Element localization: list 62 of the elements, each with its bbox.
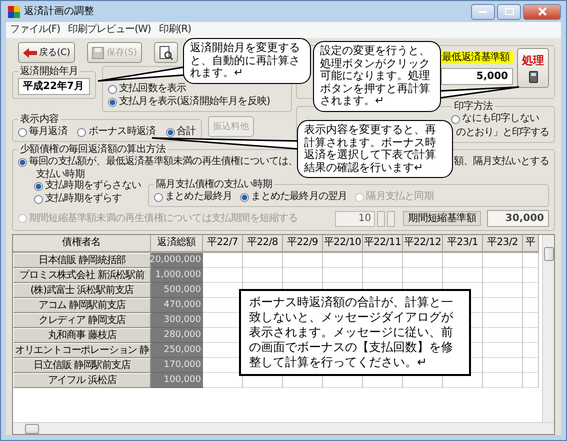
radio-option[interactable]: まとめた最終月 [154, 191, 232, 203]
radio-option[interactable]: 毎月返済 [18, 126, 68, 138]
radio-option[interactable]: まとめた最終月の翌月 [240, 191, 348, 203]
group-label: 隔月支払債権の支払い時期 [155, 179, 274, 190]
note-tooltip: ボーナス時返済額の合計が、計算と一致しないと、メッセージダイアログが表示されます。メッセージに従い、前の画面でボーナスの【支払回数】を修整して計算を行ってください。↵ [239, 289, 471, 376]
menu-item[interactable]: 印刷プレビュー(W) [68, 24, 151, 36]
group-label: 印字方法 [453, 101, 494, 112]
total-amount-cell: 470,000 [151, 298, 203, 313]
group-label: 返済開始年月 [19, 66, 80, 77]
total-amount-cell: 280,000 [151, 328, 203, 343]
radio-option[interactable]: ボーナス時返済 [77, 126, 156, 138]
option-label: 額、隔月支払いとする [454, 156, 549, 168]
back-button[interactable]: 戻る(C) [18, 42, 76, 63]
radio-option[interactable]: なにも印字しない [451, 113, 539, 125]
creditor-name-cell: 日立信販 静岡駅前支店 [13, 358, 151, 373]
group-label: 表示内容 [19, 114, 60, 125]
column-header: 債権者名 [13, 235, 151, 253]
callout-tooltip: 設定の変更を行うと、処理ボタンがクリック可能になります。処理ボタンを押すと再計算されます。↵ [313, 41, 441, 112]
column-header: 平22/10 [323, 235, 363, 253]
menu-item[interactable]: 印刷(R) [158, 24, 192, 36]
radio-option[interactable]: 支払月を表示(返済開始年月を反映) [108, 96, 286, 108]
column-header: 平22/8 [243, 235, 283, 253]
column-header: 平 [523, 235, 539, 253]
callout-tooltip: 表示内容を変更すると、再計算されます。ボーナス時返済を選択して下表で計算結果の確認を行います↵ [297, 120, 453, 178]
creditor-name-cell: クレディア 静岡支店 [13, 313, 151, 328]
total-amount-cell: 170,000 [151, 358, 203, 373]
option-label: のとおり」と印字する [456, 127, 549, 139]
radio-option[interactable]: 支払回数を表示 [108, 83, 286, 95]
total-amount-cell: 1,000,000 [151, 268, 203, 283]
shorten-amount-label: 期間短縮基準額 [403, 210, 481, 226]
creditor-name-cell: 丸和商事 藤枝店 [13, 328, 151, 343]
total-amount-cell: 300,000 [151, 313, 203, 328]
column-header: 返済総額 [151, 235, 203, 253]
column-header: 平22/7 [203, 235, 243, 253]
radio-option[interactable]: 支払時期をずらす [34, 193, 142, 205]
process-button[interactable]: 処理 [517, 48, 549, 88]
total-amount-cell: 500,000 [151, 283, 203, 298]
group-label: 少額債権の毎回返済額の算出方法 [19, 144, 167, 155]
radio-option[interactable]: 毎回の支払額が、最低返済基準額未満の再生債権については、 [18, 156, 298, 168]
column-header: 平23/2 [483, 235, 523, 253]
total-amount-cell: 100,000 [151, 373, 203, 388]
total-amount-cell: 20,000,000 [151, 253, 203, 268]
creditor-name-cell: アコム 静岡駅前支店 [13, 298, 151, 313]
creditor-name-cell: (株)武富士 浜松駅前支店 [13, 283, 151, 298]
group-label: 支払い時期 [35, 169, 86, 180]
creditor-name-cell: 日本信販 静岡統括部 [13, 253, 151, 268]
creditor-name-cell: オリエントコーポレーション 静 [13, 343, 151, 358]
column-header: 平22/9 [283, 235, 323, 253]
creditor-name-cell: プロミス株式会社 新浜松駅前 [13, 268, 151, 283]
window-title: 返済計画の調整 [24, 6, 94, 18]
total-amount-cell: 250,000 [151, 343, 203, 358]
radio-option[interactable]: 合計 [166, 126, 196, 138]
minimum-amount-label: 最低返済基準額 [441, 50, 513, 64]
radio-option[interactable]: 支払時期をずらさない [34, 180, 142, 192]
menu-item[interactable]: ファイル(F) [10, 24, 60, 36]
creditor-name-cell: アイフル 浜松店 [13, 373, 151, 388]
column-header: 平23/1 [443, 235, 483, 253]
start-month-field[interactable]: 平成22年7月 [18, 78, 90, 95]
column-header: 平22/11 [363, 235, 403, 253]
minimum-amount-field[interactable]: 5,000 [441, 68, 513, 86]
callout-tooltip: 返済開始月を変更すると、自動的に再計算されます。↵ [183, 38, 311, 84]
column-header: 平22/12 [403, 235, 443, 253]
